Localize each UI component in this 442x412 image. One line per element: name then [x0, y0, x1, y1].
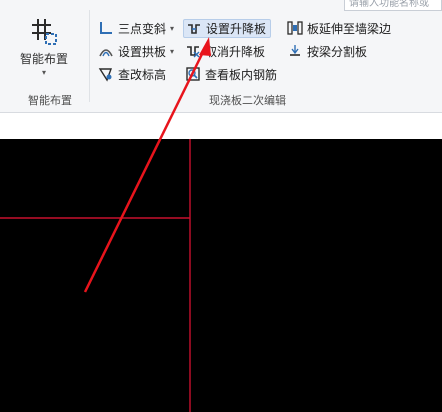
- group-label-smart-layout: 智能布置: [28, 94, 72, 107]
- split-slab-by-beam-label: 按梁分割板: [307, 44, 368, 59]
- cancel-raise-lower-slab-label: 取消升降板: [205, 44, 266, 59]
- canvas-grid: [0, 139, 191, 412]
- drawing-canvas[interactable]: [0, 139, 442, 412]
- toolbar-gap: [0, 113, 442, 139]
- raise-lower-slab-icon: [188, 23, 200, 34]
- chevron-down-icon[interactable]: ▾: [14, 69, 74, 77]
- chevron-down-icon[interactable]: ▾: [170, 47, 174, 56]
- function-search-input[interactable]: 请输入功能名称或: [344, 0, 442, 11]
- smart-layout-button[interactable]: 智能布置 ▾: [14, 14, 74, 84]
- smart-layout-icon: [32, 19, 57, 45]
- edit-elevation-label: 查改标高: [118, 67, 167, 82]
- chevron-down-icon[interactable]: ▾: [170, 24, 174, 33]
- edit-elevation-button[interactable]: 查改标高: [98, 65, 166, 83]
- three-point-slope-label: 三点变斜: [118, 21, 167, 36]
- set-raise-lower-slab-button[interactable]: 设置升降板: [183, 19, 272, 38]
- cancel-raise-lower-slab-button[interactable]: 取消升降板: [185, 42, 265, 60]
- split-by-beam-icon: [290, 45, 300, 56]
- extend-slab-to-wall-beam-button[interactable]: 板延伸至墙梁边: [287, 19, 391, 37]
- group-divider: [89, 10, 90, 102]
- group-label-slab-edit: 现浇板二次编辑: [209, 94, 286, 107]
- arch-slab-button[interactable]: 设置拱板 ▾: [98, 42, 174, 60]
- arch-slab-icon: [99, 49, 113, 57]
- cancel-raise-lower-icon: [187, 46, 200, 58]
- elevation-icon: [98, 68, 112, 82]
- ribbon: 请输入功能名称或 智能布置 ▾ 智能布置 三点变斜 ▾ 设置拱板 ▾ 查改标高: [0, 0, 442, 113]
- smart-layout-label: 智能布置: [19, 52, 68, 66]
- arch-slab-label: 设置拱板: [118, 44, 167, 59]
- extend-slab-to-wall-beam-label: 板延伸至墙梁边: [307, 21, 392, 36]
- set-raise-lower-slab-label: 设置升降板: [206, 22, 267, 36]
- three-point-slope-button[interactable]: 三点变斜 ▾: [98, 19, 174, 37]
- extend-slab-icon: [287, 21, 303, 35]
- view-slab-rebar-label: 查看板内钢筋: [205, 67, 278, 82]
- split-slab-by-beam-button[interactable]: 按梁分割板: [287, 42, 367, 60]
- view-rebar-icon: [186, 67, 200, 81]
- view-slab-rebar-button[interactable]: 查看板内钢筋: [185, 65, 277, 83]
- three-point-slope-icon: [100, 22, 112, 34]
